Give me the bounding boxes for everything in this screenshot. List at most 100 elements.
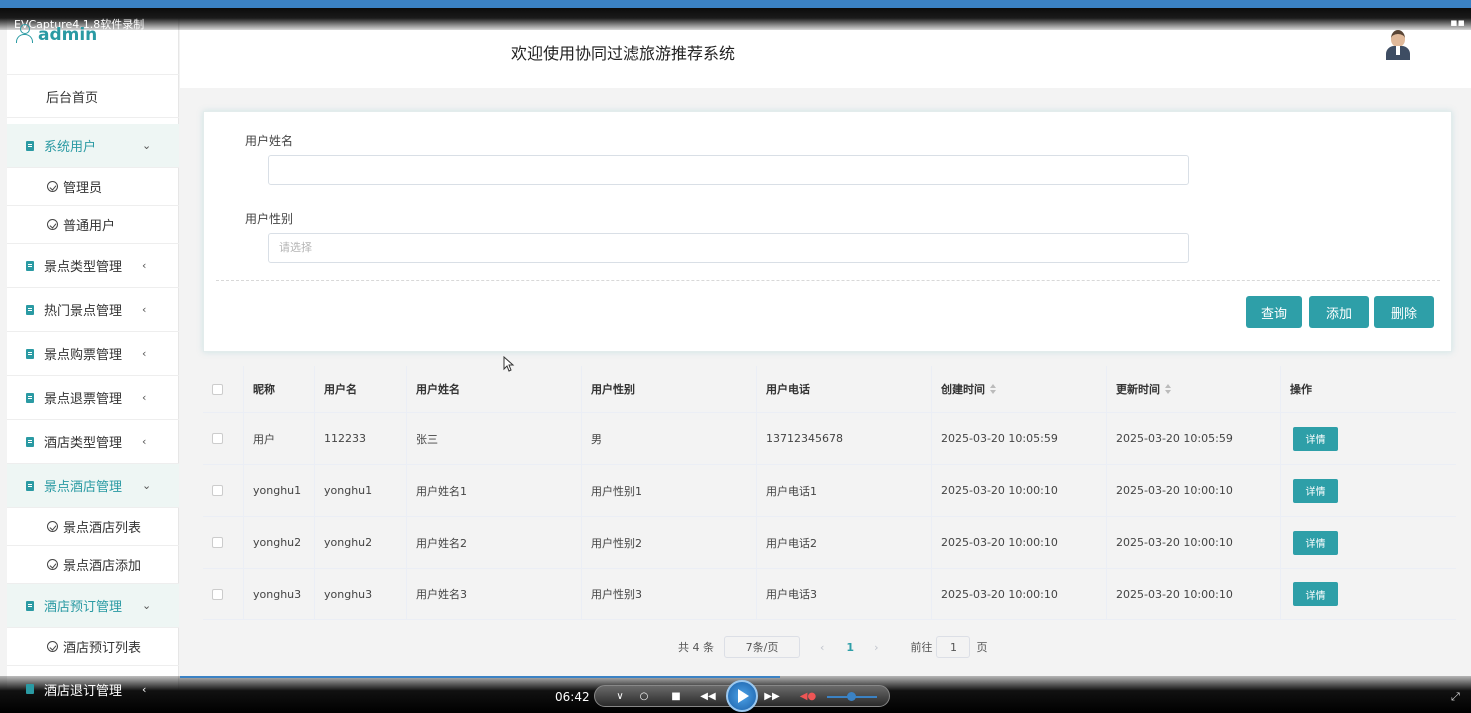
cell-updated: 2025-03-20 10:00:10 (1107, 517, 1281, 568)
row-select-cell (203, 569, 244, 619)
stop-icon[interactable]: ■ (667, 689, 685, 703)
chevron-down-icon: ⌄ (142, 599, 152, 612)
cell-username: yonghu3 (315, 569, 407, 619)
capture-menu-icon[interactable]: ▪▪ (1450, 16, 1465, 29)
cell-username: yonghu1 (315, 465, 407, 516)
column-header: 操作 (1290, 383, 1312, 396)
detail-button[interactable]: 详情 (1293, 530, 1338, 555)
cell-created: 2025-03-20 10:05:59 (932, 413, 1107, 464)
document-icon (26, 260, 34, 271)
query-button[interactable]: 查询 (1246, 296, 1302, 328)
page-size-select[interactable]: 7条/页 (724, 636, 800, 658)
chevron-left-icon: ‹ (142, 259, 147, 272)
chevron-left-icon: ‹ (142, 347, 147, 360)
column-header-created[interactable]: 创建时间 (932, 366, 1107, 412)
sidebar-item-normal-users[interactable]: 普通用户 (7, 206, 179, 244)
detail-button[interactable]: 详情 (1293, 582, 1338, 606)
cell-updated: 2025-03-20 10:00:10 (1107, 569, 1281, 619)
goto-label: 前往 (910, 641, 933, 654)
sort-icon[interactable] (1165, 384, 1172, 394)
row-checkbox[interactable] (212, 588, 223, 600)
chevron-left-icon: ‹ (142, 682, 147, 696)
sort-icon[interactable] (990, 384, 997, 394)
page-number-current[interactable]: 1 (846, 641, 854, 654)
detail-button[interactable]: 详情 (1293, 426, 1338, 451)
document-icon (26, 684, 34, 694)
select-all-cell (203, 366, 244, 412)
column-header-label: 更新时间 (1116, 383, 1160, 396)
sidebar-item-hot-spots[interactable]: 热门景点管理 ‹ (7, 288, 179, 332)
document-icon (26, 304, 34, 315)
mute-icon[interactable]: ◀● (799, 689, 817, 703)
check-circle-icon (47, 181, 58, 192)
sidebar-item-label: 酒店退订管理 (44, 683, 123, 699)
play-icon[interactable] (726, 680, 758, 712)
search-panel: 用户姓名 用户性别 请选择 查询 添加 删除 (203, 111, 1452, 352)
delete-button[interactable]: 删除 (1374, 296, 1434, 328)
sidebar-item-system-users[interactable]: 系统用户 ⌄ (7, 124, 179, 168)
sidebar-item-label: 系统用户 (44, 140, 97, 155)
prev-page-button[interactable]: ‹ (820, 641, 824, 654)
sidebar-item-label: 景点退票管理 (44, 392, 123, 407)
check-circle-icon (47, 559, 58, 570)
column-header-label: 创建时间 (941, 383, 985, 396)
document-icon (26, 140, 34, 151)
detail-button[interactable]: 详情 (1293, 478, 1338, 503)
chevron-left-icon: ‹ (142, 435, 147, 448)
sidebar-item-booking-list[interactable]: 酒店预订列表 (7, 628, 179, 666)
repeat-icon[interactable]: ○ (635, 689, 653, 703)
cell-updated: 2025-03-20 10:00:10 (1107, 465, 1281, 516)
pagination: 共 4 条 7条/页 ‹ 1 › 前往 1 页 (678, 636, 987, 658)
pagination-total: 共 4 条 (678, 641, 714, 654)
column-header-updated[interactable]: 更新时间 (1107, 366, 1281, 412)
volume-knob[interactable] (847, 692, 856, 701)
select-all-checkbox[interactable] (212, 383, 223, 395)
cell-realname: 用户姓名3 (407, 569, 582, 619)
sidebar-item-spot-hotels[interactable]: 景点酒店管理 ⌄ (7, 464, 179, 508)
cell-phone: 用户电话2 (757, 517, 932, 568)
playback-progress[interactable] (180, 676, 780, 678)
cell-created: 2025-03-20 10:00:10 (932, 517, 1107, 568)
row-select-cell (203, 465, 244, 516)
sidebar-item-spot-types[interactable]: 景点类型管理 ‹ (7, 244, 179, 288)
sidebar-item-hotel-cancel[interactable]: 酒店退订管理 ‹ (7, 676, 179, 702)
page-title: 欢迎使用协同过滤旅游推荐系统 (511, 44, 736, 63)
user-name[interactable]: admin (16, 24, 97, 45)
document-icon (26, 600, 34, 611)
sidebar-item-home[interactable]: 后台首页 (7, 74, 179, 118)
fullscreen-icon[interactable]: ⤢ (1451, 690, 1460, 704)
user-icon (16, 24, 33, 43)
sidebar-item-hotel-add[interactable]: 景点酒店添加 (7, 546, 179, 584)
rewind-icon[interactable]: ◀◀ (699, 689, 717, 703)
cell-updated: 2025-03-20 10:05:59 (1107, 413, 1281, 464)
cell-realname: 用户姓名2 (407, 517, 582, 568)
sidebar: 后台首页 系统用户 ⌄ 管理员 普通用户 景点类型管理 ‹ 热门景点管理 ‹ 景… (7, 8, 179, 713)
row-checkbox[interactable] (212, 485, 223, 496)
sidebar-item-label: 酒店预订列表 (63, 641, 142, 656)
sidebar-item-hotel-types[interactable]: 酒店类型管理 ‹ (7, 420, 179, 464)
avatar[interactable] (1386, 28, 1410, 60)
next-page-button[interactable]: › (874, 641, 878, 654)
divider (216, 280, 1440, 281)
goto-page-input[interactable]: 1 (936, 636, 971, 658)
name-search-input[interactable] (268, 155, 1189, 185)
check-circle-icon (47, 641, 58, 652)
document-icon (26, 348, 34, 359)
cell-gender: 用户性别1 (582, 465, 757, 516)
sidebar-item-hotel-list[interactable]: 景点酒店列表 (7, 508, 179, 546)
gender-select[interactable]: 请选择 (268, 233, 1189, 263)
shuffle-icon[interactable]: ∨ (611, 689, 629, 703)
cell-username: 112233 (315, 413, 407, 464)
table-row: yonghu3 yonghu3 用户姓名3 用户性别3 用户电话3 2025-0… (203, 569, 1456, 620)
sidebar-item-hotel-booking[interactable]: 酒店预订管理 ⌄ (7, 584, 179, 628)
sidebar-item-ticket-purchase[interactable]: 景点购票管理 ‹ (7, 332, 179, 376)
row-checkbox[interactable] (212, 433, 223, 444)
sidebar-item-ticket-refund[interactable]: 景点退票管理 ‹ (7, 376, 179, 420)
sidebar-item-admins[interactable]: 管理员 (7, 168, 179, 206)
sidebar-item-label: 酒店预订管理 (44, 600, 123, 615)
table-row: 用户 112233 张三 男 13712345678 2025-03-20 10… (203, 413, 1456, 465)
fast-forward-icon[interactable]: ▶▶ (763, 689, 781, 703)
add-button[interactable]: 添加 (1309, 296, 1369, 328)
row-select-cell (203, 517, 244, 568)
row-checkbox[interactable] (212, 537, 223, 548)
